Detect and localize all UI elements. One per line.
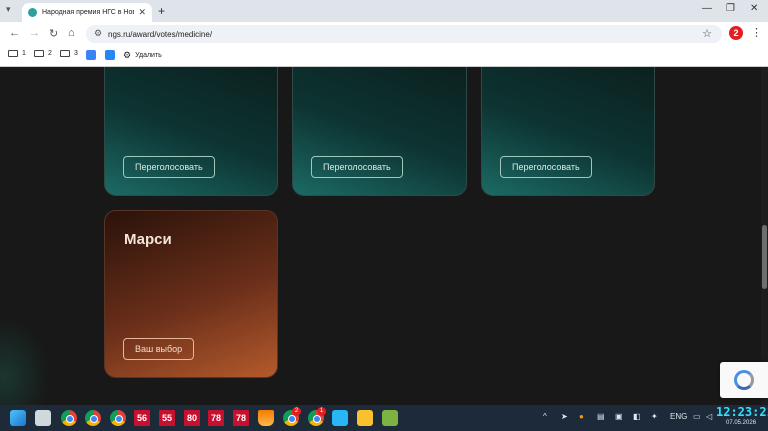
monitor-app-icon[interactable]: [332, 410, 348, 426]
bookmarks-bar: 1 2 3 ⚙ Удалить: [0, 46, 768, 67]
chrome-app-icon[interactable]: [110, 410, 126, 426]
clock-date: 07.05.2026: [726, 420, 757, 426]
numbered-app-icon[interactable]: 55: [159, 410, 175, 426]
clock-time[interactable]: 12:23:21: [716, 405, 768, 419]
bookmark-label: 1: [22, 50, 26, 57]
tab-title: Народная премия НГС в Нов…: [42, 9, 135, 16]
nominee-card: Переголосовать: [104, 67, 278, 196]
maximize-button[interactable]: ❐: [726, 3, 735, 14]
tab-close-icon[interactable]: ✕: [138, 7, 146, 18]
bookmark-folder-2[interactable]: 2: [34, 50, 52, 57]
tray-chevron-icon[interactable]: ^: [543, 412, 547, 421]
site-settings-icon[interactable]: ⚙: [94, 28, 102, 39]
back-arrow-icon[interactable]: ←: [9, 27, 20, 39]
numbered-app-icon[interactable]: 78: [208, 410, 224, 426]
notification-badge: 2: [292, 407, 301, 416]
home-icon[interactable]: ⌂: [68, 27, 75, 39]
tab-bar: ▾ Народная премия НГС в Нов… ✕ + — ❐ ✕: [0, 0, 768, 22]
chrome-app-icon[interactable]: [85, 410, 101, 426]
bookmark-app-blue[interactable]: [86, 50, 100, 60]
telegram-icon[interactable]: ➤: [561, 412, 568, 421]
new-tab-button[interactable]: +: [158, 4, 165, 18]
taskbar: 56 55 80 78 78 2 1 ^ ➤ ● ▤ ▣ ◧ ✦ ENG ▭ ◁…: [0, 405, 768, 431]
notification-badge: 1: [317, 407, 326, 416]
bookmark-folder-1[interactable]: 1: [8, 50, 26, 57]
app-icon: [86, 50, 96, 60]
page-content: Переголосовать Переголосовать Переголосо…: [0, 67, 768, 405]
revote-button[interactable]: Переголосовать: [123, 156, 215, 178]
chrome-app-icon[interactable]: 1: [308, 407, 326, 426]
tray-app-icon[interactable]: ◧: [633, 412, 641, 421]
bookmark-label: 2: [48, 50, 52, 57]
vlc-cone-icon[interactable]: [258, 410, 274, 426]
tray-app-icon[interactable]: ●: [579, 412, 584, 421]
chrome-app-icon[interactable]: [61, 410, 77, 426]
numbered-app-icon[interactable]: 78: [233, 410, 249, 426]
revote-button[interactable]: Переголосовать: [500, 156, 592, 178]
tab-search-icon[interactable]: ▾: [6, 4, 11, 15]
gamepad-icon[interactable]: ✦: [651, 412, 658, 421]
browser-chrome: ▾ Народная премия НГС в Нов… ✕ + — ❐ ✕ ←…: [0, 0, 768, 67]
nominee-card: Переголосовать: [292, 67, 467, 196]
reload-icon[interactable]: ↻: [49, 27, 58, 40]
tray-app-icon[interactable]: ▣: [615, 412, 623, 421]
bookmark-folder-3[interactable]: 3: [60, 50, 78, 57]
nominee-card: Переголосовать: [481, 67, 655, 196]
start-windows-icon[interactable]: [10, 410, 26, 426]
toolbar: ← → ↻ ⌂ ⚙ ngs.ru/award/votes/medicine/ ☆…: [0, 22, 768, 46]
bookmark-delete[interactable]: ⚙ Удалить: [123, 50, 162, 61]
recaptcha-badge[interactable]: [720, 362, 768, 398]
gear-icon: ⚙: [123, 50, 132, 60]
bookmark-vk[interactable]: [105, 50, 119, 60]
volume-icon[interactable]: ◁: [706, 412, 712, 421]
profile-avatar[interactable]: 2: [729, 26, 743, 40]
notepad-app-icon[interactable]: [382, 410, 398, 426]
your-choice-button[interactable]: Ваш выбор: [123, 338, 195, 360]
recaptcha-icon: [734, 370, 754, 390]
folder-icon: [60, 50, 70, 57]
folder-icon: [34, 50, 44, 57]
explorer-app-icon[interactable]: [35, 410, 51, 426]
folder-icon: [8, 50, 18, 57]
bookmark-label: Удалить: [135, 52, 162, 59]
active-tab[interactable]: Народная премия НГС в Нов… ✕: [22, 3, 152, 22]
address-bar[interactable]: ⚙ ngs.ru/award/votes/medicine/ ☆: [86, 25, 722, 43]
selected-nominee-card: Марси Ваш выбор: [104, 210, 278, 378]
scrollbar-thumb[interactable]: [762, 225, 767, 289]
forward-arrow-icon[interactable]: →: [29, 27, 40, 39]
minimize-button[interactable]: —: [702, 3, 712, 14]
nominee-name: Марси: [124, 231, 172, 248]
language-indicator[interactable]: ENG: [670, 412, 687, 421]
revote-button[interactable]: Переголосовать: [311, 156, 403, 178]
network-icon[interactable]: ▭: [693, 412, 701, 421]
numbered-app-icon[interactable]: 56: [134, 410, 150, 426]
folder-app-icon[interactable]: [357, 410, 373, 426]
menu-kebab-icon[interactable]: ⋮: [751, 26, 762, 39]
chrome-app-icon[interactable]: 2: [283, 407, 301, 426]
url-text: ngs.ru/award/votes/medicine/: [108, 29, 213, 39]
bookmark-label: 3: [74, 50, 78, 57]
close-window-button[interactable]: ✕: [750, 3, 758, 14]
site-favicon-icon: [28, 8, 37, 17]
page-scrollbar[interactable]: [761, 67, 768, 405]
vk-icon: [105, 50, 115, 60]
background-glow: [0, 317, 50, 405]
numbered-app-icon[interactable]: 80: [184, 410, 200, 426]
bookmark-star-icon[interactable]: ☆: [702, 27, 712, 40]
tray-app-icon[interactable]: ▤: [597, 412, 605, 421]
